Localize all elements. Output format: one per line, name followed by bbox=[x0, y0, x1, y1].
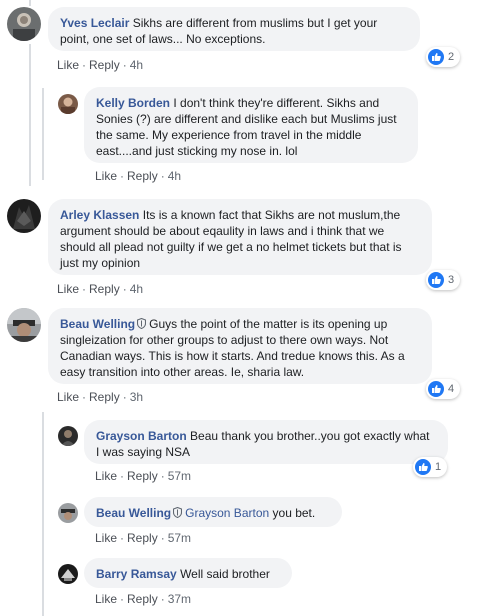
reply-link[interactable]: Reply bbox=[89, 58, 120, 72]
reply-author[interactable]: Grayson Barton bbox=[96, 429, 187, 443]
separator: · bbox=[122, 58, 127, 72]
avatar[interactable] bbox=[58, 564, 78, 584]
reply-bubble: Barry Ramsay Well said brother bbox=[84, 558, 292, 588]
separator: · bbox=[122, 390, 127, 404]
separator: · bbox=[82, 282, 87, 296]
reply-link[interactable]: Reply bbox=[127, 592, 158, 606]
like-link[interactable]: Like bbox=[95, 169, 117, 183]
reply-bubble: Kelly Borden I don't think they're diffe… bbox=[84, 87, 418, 163]
comment-actions: Like · Reply · 4h bbox=[57, 58, 143, 72]
like-link[interactable]: Like bbox=[57, 282, 79, 296]
moderator-shield-icon bbox=[173, 507, 183, 518]
separator: · bbox=[120, 592, 125, 606]
separator: · bbox=[120, 531, 125, 545]
thread-line bbox=[29, 155, 31, 185]
avatar[interactable] bbox=[58, 94, 78, 114]
comment-author[interactable]: Beau Welling bbox=[60, 317, 135, 331]
reply-text: you bet. bbox=[272, 506, 316, 520]
thread-line bbox=[29, 0, 31, 6]
comment-author[interactable]: Yves Leclair bbox=[60, 16, 129, 30]
reply-bubble: Beau Welling Grayson Barton you bet. bbox=[84, 497, 342, 527]
reply-author[interactable]: Barry Ramsay bbox=[96, 567, 177, 581]
reply-actions: Like · Reply · 57m bbox=[95, 469, 191, 483]
like-link[interactable]: Like bbox=[95, 469, 117, 483]
timestamp[interactable]: 3h bbox=[130, 390, 143, 404]
comment-bubble: Arley Klassen Its is a known fact that S… bbox=[48, 199, 432, 275]
like-link[interactable]: Like bbox=[57, 390, 79, 404]
reply-bubble: Grayson Barton Beau thank you brother..y… bbox=[84, 420, 448, 464]
separator: · bbox=[82, 58, 87, 72]
like-reaction-icon bbox=[428, 49, 444, 65]
like-link[interactable]: Like bbox=[95, 592, 117, 606]
timestamp[interactable]: 57m bbox=[168, 531, 191, 545]
thread-line bbox=[42, 412, 44, 616]
like-reaction-icon bbox=[415, 459, 431, 475]
timestamp[interactable]: 37m bbox=[168, 592, 191, 606]
reaction-count[interactable]: 3 bbox=[426, 270, 460, 290]
timestamp[interactable]: 4h bbox=[168, 169, 181, 183]
separator: · bbox=[160, 169, 165, 183]
reaction-number: 4 bbox=[448, 383, 455, 395]
reply-actions: Like · Reply · 57m bbox=[95, 531, 191, 545]
separator: · bbox=[82, 390, 87, 404]
like-link[interactable]: Like bbox=[95, 531, 117, 545]
avatar[interactable] bbox=[7, 199, 41, 233]
comment-actions: Like · Reply · 3h bbox=[57, 390, 143, 404]
avatar[interactable] bbox=[7, 308, 41, 342]
reply-link[interactable]: Reply bbox=[127, 469, 158, 483]
reaction-count[interactable]: 1 bbox=[413, 457, 447, 477]
comment-bubble: Beau Welling Guys the point of the matter… bbox=[48, 308, 432, 384]
reaction-number: 1 bbox=[435, 461, 442, 473]
comment-bubble: Yves Leclair Sikhs are different from mu… bbox=[48, 7, 420, 51]
timestamp[interactable]: 57m bbox=[168, 469, 191, 483]
like-reaction-icon bbox=[428, 272, 444, 288]
like-reaction-icon bbox=[428, 381, 444, 397]
thread-line bbox=[42, 103, 50, 105]
separator: · bbox=[160, 592, 165, 606]
reaction-count[interactable]: 2 bbox=[426, 47, 460, 67]
separator: · bbox=[122, 282, 127, 296]
separator: · bbox=[160, 531, 165, 545]
reply-link[interactable]: Reply bbox=[89, 282, 120, 296]
avatar[interactable] bbox=[7, 7, 41, 41]
separator: · bbox=[120, 169, 125, 183]
comment-author[interactable]: Arley Klassen bbox=[60, 208, 139, 222]
reply-actions: Like · Reply · 37m bbox=[95, 592, 191, 606]
reply-link[interactable]: Reply bbox=[89, 390, 120, 404]
avatar[interactable] bbox=[58, 426, 78, 446]
timestamp[interactable]: 4h bbox=[130, 282, 143, 296]
reply-author[interactable]: Kelly Borden bbox=[96, 96, 170, 110]
moderator-shield-icon bbox=[137, 318, 147, 329]
avatar[interactable] bbox=[58, 503, 78, 523]
mention-link[interactable]: Grayson Barton bbox=[185, 506, 269, 520]
reply-author[interactable]: Beau Welling bbox=[96, 506, 171, 520]
reaction-count[interactable]: 4 bbox=[426, 379, 460, 399]
reaction-number: 2 bbox=[448, 51, 455, 63]
reply-text: Well said brother bbox=[180, 567, 270, 581]
separator: · bbox=[120, 469, 125, 483]
reply-actions: Like · Reply · 4h bbox=[95, 169, 181, 183]
like-link[interactable]: Like bbox=[57, 58, 79, 72]
reply-link[interactable]: Reply bbox=[127, 531, 158, 545]
reaction-number: 3 bbox=[448, 274, 455, 286]
reply-link[interactable]: Reply bbox=[127, 169, 158, 183]
timestamp[interactable]: 4h bbox=[130, 58, 143, 72]
separator: · bbox=[160, 469, 165, 483]
comment-actions: Like · Reply · 4h bbox=[57, 282, 143, 296]
thread-line bbox=[42, 88, 44, 180]
